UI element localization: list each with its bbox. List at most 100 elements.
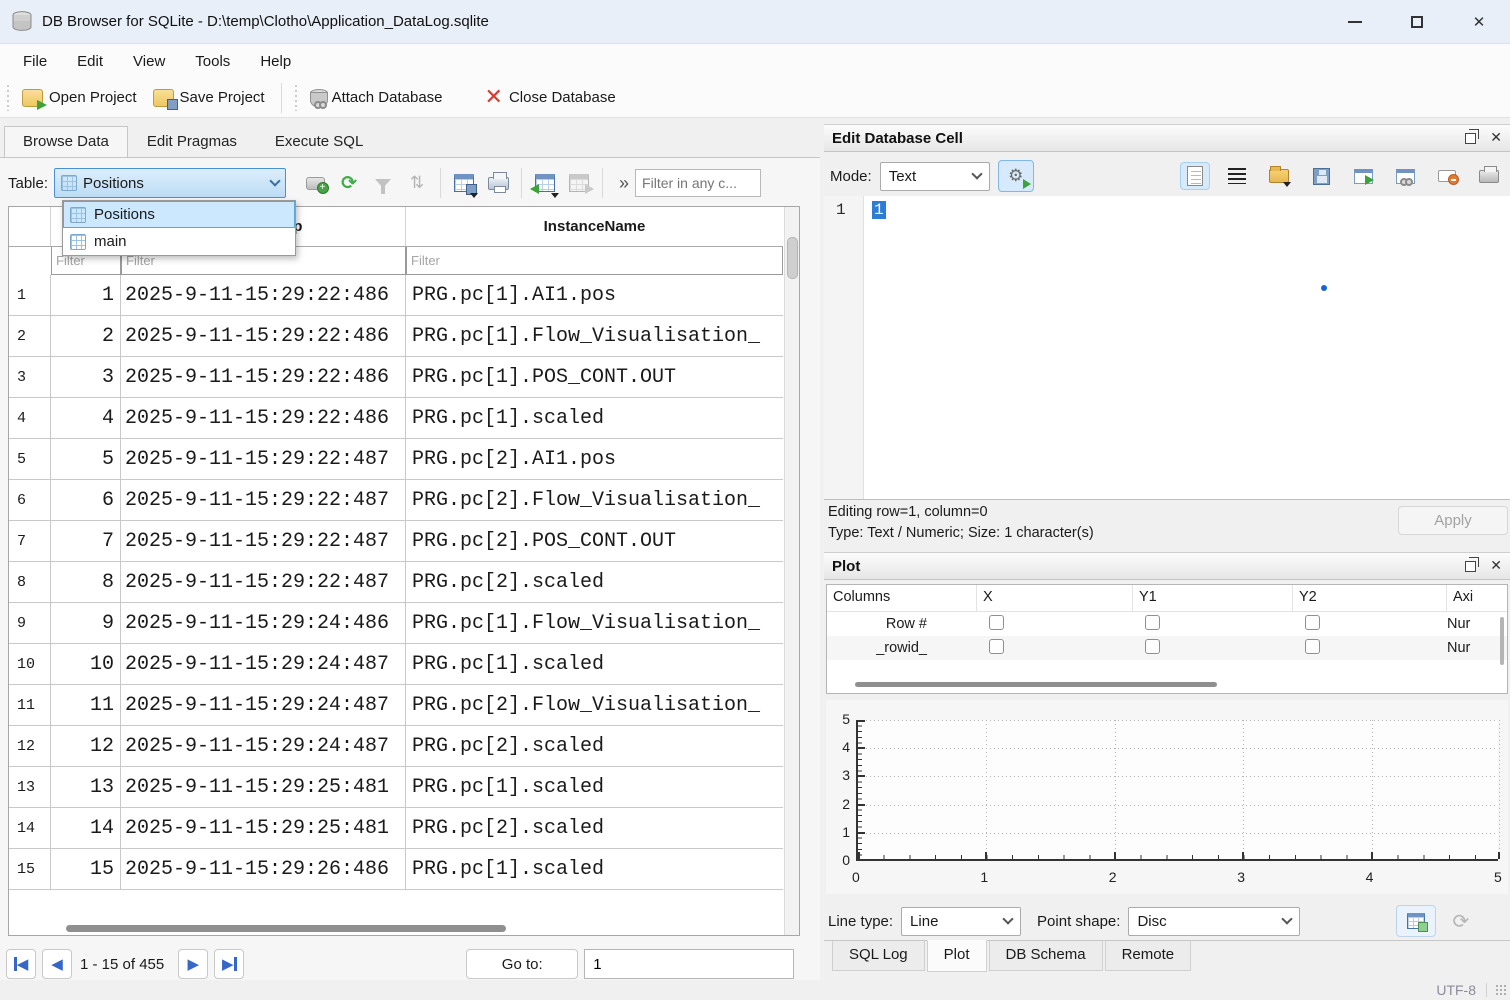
text-mode-button[interactable] [1180,162,1210,190]
cell-id[interactable]: 3 [51,357,121,397]
cell-id[interactable]: 13 [51,767,121,807]
line-type-select[interactable]: Line [901,907,1021,936]
menu-tools[interactable]: Tools [182,49,243,74]
export-table-button[interactable] [562,167,596,199]
col-header-columns[interactable]: Columns [827,585,977,611]
cell-instance-name[interactable]: PRG.pc[1].AI1.pos [406,275,783,315]
close-panel-icon[interactable]: ✕ [1490,558,1502,574]
cell-timestamp[interactable]: 2025-9-11-15:29:25:481 [121,808,406,848]
cell-id[interactable]: 7 [51,521,121,561]
open-project-button[interactable]: Open Project [16,85,147,111]
cell-id[interactable]: 1 [51,275,121,315]
last-record-button[interactable]: ▶ [214,949,244,979]
import-cell-data-button[interactable]: ⚙ [998,160,1034,192]
cell-timestamp[interactable]: 2025-9-11-15:29:22:487 [121,439,406,479]
col-header-axis[interactable]: Axi [1447,585,1507,611]
y1-checkbox[interactable] [1145,639,1160,654]
menu-file[interactable]: File [10,49,60,74]
close-panel-icon[interactable]: ✕ [1490,130,1502,146]
previous-record-button[interactable]: ◀ [42,949,72,979]
float-panel-icon[interactable] [1465,133,1476,144]
cell-id[interactable]: 12 [51,726,121,766]
word-wrap-button[interactable] [1222,162,1252,190]
import-table-button[interactable] [528,167,562,199]
menu-help[interactable]: Help [247,49,304,74]
tab-sql-log[interactable]: SQL Log [832,941,925,971]
close-button[interactable]: ✕ [1448,0,1510,43]
save-project-button[interactable]: Save Project [147,85,275,111]
menu-view[interactable]: View [120,49,178,74]
toolbar-grip[interactable] [5,85,11,111]
copy-link-button[interactable] [1390,162,1420,190]
y2-checkbox[interactable] [1305,639,1320,654]
maximize-button[interactable] [1386,0,1448,43]
tab-db-schema[interactable]: DB Schema [989,941,1103,971]
cell-instance-name[interactable]: PRG.pc[1].scaled [406,644,783,684]
cell-editor[interactable]: 1 1 [824,196,1510,500]
clear-filters-button[interactable] [366,167,400,199]
cell-timestamp[interactable]: 2025-9-11-15:29:22:487 [121,480,406,520]
cell-timestamp[interactable]: 2025-9-11-15:29:25:481 [121,767,406,807]
cell-id[interactable]: 11 [51,685,121,725]
tab-edit-pragmas[interactable]: Edit Pragmas [128,126,256,157]
cell-instance-name[interactable]: PRG.pc[1].scaled [406,849,783,889]
cell-instance-name[interactable]: PRG.pc[1].Flow_Visualisation_ [406,603,783,643]
cell-timestamp[interactable]: 2025-9-11-15:29:22:486 [121,316,406,356]
cell-timestamp[interactable]: 2025-9-11-15:29:22:486 [121,398,406,438]
x-checkbox[interactable] [989,615,1004,630]
resize-grip[interactable] [1495,984,1507,996]
insert-record-button[interactable]: + [298,167,332,199]
cell-timestamp[interactable]: 2025-9-11-15:29:22:486 [121,275,406,315]
cell-id[interactable]: 9 [51,603,121,643]
next-record-button[interactable]: ▶ [178,949,208,979]
attach-database-button[interactable]: Attach Database [304,85,453,111]
cell-instance-name[interactable]: PRG.pc[1].Flow_Visualisation_ [406,316,783,356]
cell-instance-name[interactable]: PRG.pc[2].scaled [406,726,783,766]
print-button[interactable] [481,167,515,199]
menu-edit[interactable]: Edit [64,49,116,74]
apply-button[interactable]: Apply [1398,506,1508,535]
float-panel-icon[interactable] [1465,561,1476,572]
cell-instance-name[interactable]: PRG.pc[2].AI1.pos [406,439,783,479]
save-plot-button[interactable] [1396,905,1436,937]
grid-vertical-scrollbar[interactable] [784,207,799,935]
cell-instance-name[interactable]: PRG.pc[1].POS_CONT.OUT [406,357,783,397]
plot-grid-horizontal-scrollbar[interactable] [855,682,1217,687]
cell-timestamp[interactable]: 2025-9-11-15:29:24:487 [121,685,406,725]
cell-timestamp[interactable]: 2025-9-11-15:29:22:487 [121,562,406,602]
cell-instance-name[interactable]: PRG.pc[1].scaled [406,398,783,438]
first-record-button[interactable]: ◀ [6,949,36,979]
save-cell-button[interactable] [1306,162,1336,190]
plot-area[interactable] [856,720,1498,861]
dropdown-item-positions[interactable]: Positions [63,201,295,228]
cell-instance-name[interactable]: PRG.pc[2].Flow_Visualisation_ [406,685,783,725]
cell-id[interactable]: 5 [51,439,121,479]
open-in-editor-button[interactable] [1264,162,1294,190]
mode-select[interactable]: Text [880,162,990,191]
tab-browse-data[interactable]: Browse Data [4,126,128,157]
cell-instance-name[interactable]: PRG.pc[1].scaled [406,767,783,807]
print-cell-button[interactable] [1474,162,1504,190]
cell-id[interactable]: 10 [51,644,121,684]
table-combobox[interactable]: Positions [54,168,286,198]
plot-grid-vertical-scrollbar[interactable] [1500,617,1504,665]
cell-instance-name[interactable]: PRG.pc[2].Flow_Visualisation_ [406,480,783,520]
x-checkbox[interactable] [989,639,1004,654]
cell-id[interactable]: 2 [51,316,121,356]
y1-checkbox[interactable] [1145,615,1160,630]
minimize-button[interactable] [1324,0,1386,43]
grid-instance-header[interactable]: InstanceName [406,207,783,246]
toolbar-overflow-button[interactable]: » [619,173,629,194]
save-results-button[interactable] [447,167,481,199]
cell-timestamp[interactable]: 2025-9-11-15:29:22:486 [121,357,406,397]
goto-input[interactable] [584,949,794,979]
toolbar-grip-2[interactable] [293,85,299,111]
grid-horizontal-scrollbar[interactable] [66,925,506,932]
set-null-button[interactable] [1432,162,1462,190]
cell-id[interactable]: 6 [51,480,121,520]
filter-instance-input[interactable] [406,247,783,275]
col-header-x[interactable]: X [977,585,1133,611]
cell-instance-name[interactable]: PRG.pc[2].scaled [406,808,783,848]
cell-timestamp[interactable]: 2025-9-11-15:29:26:486 [121,849,406,889]
cell-id[interactable]: 4 [51,398,121,438]
